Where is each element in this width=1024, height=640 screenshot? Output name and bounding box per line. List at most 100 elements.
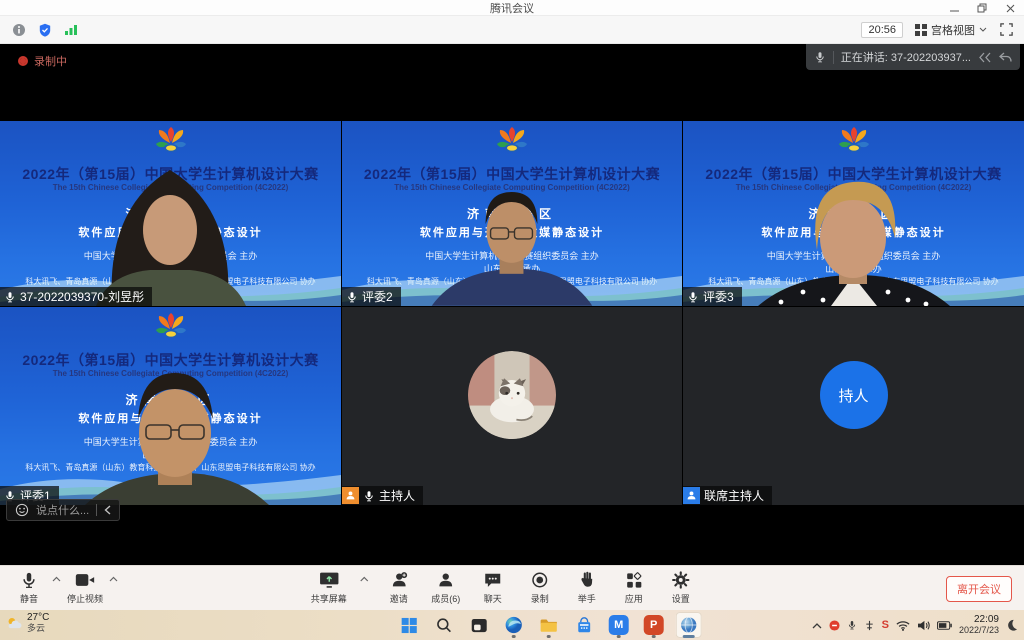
m-app-button[interactable]: M <box>606 612 632 638</box>
start-button[interactable] <box>396 612 422 638</box>
chat-button[interactable]: 聊天 <box>476 570 510 605</box>
apps-button[interactable]: 应用 <box>617 570 651 605</box>
emoji-icon[interactable] <box>15 503 29 517</box>
participant-name-bar: 联席主持人 <box>683 486 772 505</box>
windows-start-icon <box>400 617 417 634</box>
recording-indicator: 录制中 <box>18 53 67 69</box>
leave-meeting-button[interactable]: 离开会议 <box>946 576 1012 602</box>
mute-button[interactable]: 静音 <box>12 570 46 605</box>
globe-app-icon <box>680 616 698 634</box>
meeting-control-bar: 静音 停止视频 共享屏幕 邀请 成员(6) <box>0 565 1024 610</box>
participant-video-woman <box>0 121 341 306</box>
grid-view-icon <box>915 24 927 36</box>
cohost-avatar: 持人 <box>820 361 888 429</box>
chat-placeholder[interactable]: 说点什么... <box>36 502 89 518</box>
restore-button[interactable] <box>968 0 996 16</box>
pin-tray-icon[interactable] <box>864 620 875 631</box>
participant-video-woman-short-hair <box>683 121 1024 306</box>
search-button[interactable] <box>431 612 457 638</box>
taskbar-weather[interactable]: 27°C 多云 <box>6 612 49 634</box>
participant-video-man-glasses <box>342 121 682 306</box>
file-explorer-button[interactable] <box>536 612 562 638</box>
mic-options-caret[interactable] <box>52 576 61 582</box>
video-tile-judge3[interactable]: 2022年（第15届）中国大学生计算机设计大赛 The 15th Chinese… <box>683 121 1024 306</box>
battery-icon[interactable] <box>937 621 952 630</box>
store-bag-icon <box>575 617 592 634</box>
weather-desc: 多云 <box>27 623 49 634</box>
window-title: 腾讯会议 <box>490 0 534 16</box>
reply-arrow-icon[interactable] <box>999 52 1012 63</box>
clock-time: 22:09 <box>974 614 999 625</box>
video-tile-judge2[interactable]: 2022年（第15届）中国大学生计算机设计大赛 The 15th Chinese… <box>342 121 682 306</box>
chevron-left-icon[interactable] <box>104 505 111 515</box>
edge-browser-button[interactable] <box>501 612 527 638</box>
participant-name-bar: 37-2022039370-刘昱彤 <box>0 287 152 306</box>
close-button[interactable] <box>996 0 1024 16</box>
collapse-icon[interactable] <box>978 52 992 63</box>
powerpoint-button[interactable]: P <box>641 612 667 638</box>
network-signal-icon[interactable] <box>64 23 78 36</box>
members-button[interactable]: 成员(6) <box>429 570 463 605</box>
stop-video-button[interactable]: 停止视频 <box>67 570 103 605</box>
security-shield-icon[interactable] <box>38 23 52 37</box>
host-badge-icon <box>342 487 359 504</box>
participant-name-bar: 评委3 <box>683 287 742 306</box>
recording-tray-icon[interactable] <box>829 620 840 631</box>
video-tile-liu-yutong[interactable]: 2022年（第15届）中国大学生计算机设计大赛 The 15th Chinese… <box>0 121 341 306</box>
wifi-icon[interactable] <box>896 620 910 631</box>
invite-button[interactable]: 邀请 <box>382 570 416 605</box>
chevron-down-icon <box>979 27 987 32</box>
fullscreen-icon[interactable] <box>999 22 1014 37</box>
meeting-info-icon[interactable] <box>12 23 26 37</box>
video-tile-host[interactable]: 主持人 <box>342 307 682 505</box>
weather-icon <box>6 616 23 631</box>
task-view-button[interactable] <box>466 612 492 638</box>
apps-icon <box>625 572 642 589</box>
participant-name: 37-2022039370-刘昱彤 <box>20 288 144 305</box>
host-avatar <box>468 351 556 439</box>
powerpoint-icon: P <box>644 615 664 635</box>
participant-name: 联席主持人 <box>704 487 764 504</box>
share-screen-button[interactable]: 共享屏幕 <box>311 570 347 605</box>
search-icon <box>436 617 452 633</box>
restore-icon <box>977 3 987 13</box>
participant-video-man <box>0 307 341 505</box>
minimize-button[interactable] <box>940 0 968 16</box>
meeting-toolbar: 20:56 宫格视图 <box>0 16 1024 44</box>
weather-temp: 27°C <box>27 612 49 623</box>
sogou-input-icon[interactable]: S <box>882 619 889 631</box>
participant-name-bar: 主持人 <box>342 486 423 505</box>
invite-icon <box>389 571 408 589</box>
settings-gear-icon <box>672 571 690 589</box>
participant-name: 评委2 <box>362 288 393 305</box>
speaking-mic-icon <box>814 51 826 63</box>
video-tile-judge1[interactable]: 2022年（第15届）中国大学生计算机设计大赛 The 15th Chinese… <box>0 307 341 505</box>
window-titlebar: 腾讯会议 <box>0 0 1024 16</box>
cohost-badge-icon <box>683 487 700 504</box>
view-mode-selector[interactable]: 宫格视图 <box>915 22 987 38</box>
task-view-icon <box>470 618 487 633</box>
cohost-avatar-text: 持人 <box>838 385 868 406</box>
store-button[interactable] <box>571 612 597 638</box>
share-options-caret[interactable] <box>360 576 369 582</box>
focus-assist-moon-icon[interactable] <box>1006 619 1018 631</box>
chat-quick-bar[interactable]: 说点什么... <box>6 499 120 521</box>
raise-hand-button[interactable]: 举手 <box>570 570 604 605</box>
windows-taskbar: 27°C 多云 <box>0 610 1024 640</box>
speaking-toast: 正在讲话: 37-202203937... <box>806 44 1020 70</box>
camera-options-caret[interactable] <box>109 576 118 582</box>
tray-expand-icon[interactable] <box>812 622 822 629</box>
video-grid: 2022年（第15届）中国大学生计算机设计大赛 The 15th Chinese… <box>0 121 1024 505</box>
recording-dot-icon <box>18 56 28 66</box>
record-button[interactable]: 录制 <box>523 570 557 605</box>
participant-name: 评委3 <box>703 288 734 305</box>
settings-button[interactable]: 设置 <box>664 570 698 605</box>
mic-tray-icon[interactable] <box>847 619 857 631</box>
speaker-icon[interactable] <box>917 620 930 631</box>
tencent-meeting-taskbar-button[interactable] <box>676 612 702 638</box>
taskbar-clock[interactable]: 22:09 2022/7/23 <box>959 614 999 636</box>
participant-name: 主持人 <box>379 487 415 504</box>
video-tile-cohost[interactable]: 持人 联席主持人 <box>683 307 1024 505</box>
close-icon <box>1006 4 1015 13</box>
participant-name-bar: 评委2 <box>342 287 401 306</box>
